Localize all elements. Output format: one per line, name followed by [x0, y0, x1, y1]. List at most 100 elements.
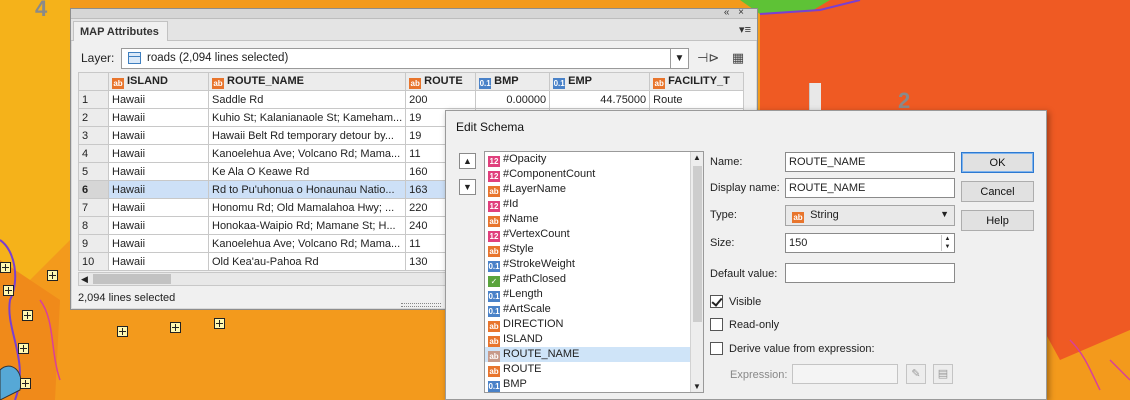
display-name-field[interactable]: ROUTE_NAME	[785, 178, 955, 198]
cell-island[interactable]: Hawaii	[108, 144, 209, 163]
row-number[interactable]: 7	[78, 198, 109, 217]
row-number[interactable]: 4	[78, 144, 109, 163]
point-marker[interactable]	[18, 343, 29, 354]
derive-option[interactable]: Derive value from expression:	[710, 342, 875, 355]
cell-route-name[interactable]: Saddle Rd	[207, 90, 407, 109]
cell-facility[interactable]: Route	[649, 90, 745, 109]
list-item-selected[interactable]: ab ROUTE_NAME	[485, 347, 703, 362]
schema-field-list[interactable]: 12 #Opacity 12 #ComponentCount ab #LayerNam…	[484, 151, 704, 393]
cell-island[interactable]: Hawaii	[108, 198, 209, 217]
visible-checkbox[interactable]	[710, 295, 723, 308]
list-item[interactable]: ✓ #PathClosed	[485, 272, 703, 287]
cell-route-name[interactable]: Kanoelehua Ave; Volcano Rd; Mama...	[207, 144, 407, 163]
derive-checkbox[interactable]	[710, 342, 723, 355]
tab-map-attributes[interactable]: MAP Attributes	[73, 21, 168, 41]
default-value-field[interactable]	[785, 263, 955, 283]
cell-island[interactable]: Hawaii	[108, 252, 209, 271]
name-field[interactable]: ROUTE_NAME	[785, 152, 955, 172]
chevron-up-icon[interactable]: ▲	[693, 153, 701, 162]
list-item[interactable]: 0.1 BMP	[485, 377, 703, 392]
list-item[interactable]: 12 #Id	[485, 197, 703, 212]
panel-resize-grip[interactable]	[401, 303, 441, 307]
move-up-button[interactable]: ▲	[459, 153, 476, 169]
move-down-button[interactable]: ▼	[459, 179, 476, 195]
cell-emp[interactable]: 44.75000	[549, 90, 651, 109]
list-item[interactable]: 0.1 #ArtScale	[485, 302, 703, 317]
pin-icon[interactable]: ⊣⊳	[697, 48, 719, 68]
column-header-route-name[interactable]: ab ROUTE_NAME	[207, 72, 407, 91]
point-marker[interactable]	[0, 262, 11, 273]
point-marker[interactable]	[117, 326, 128, 337]
panel-menu-icon[interactable]: ▾≡	[739, 23, 751, 36]
cell-route-name[interactable]: Honomu Rd; Old Mamalahoa Hwy; ...	[207, 198, 407, 217]
cell-island[interactable]: Hawaii	[108, 216, 209, 235]
table-row[interactable]: 1 Hawaii Saddle Rd 200 0.00000 44.75000 …	[78, 90, 745, 109]
point-marker[interactable]	[214, 318, 225, 329]
column-header-bmp[interactable]: 0.1 BMP	[475, 72, 551, 91]
cell-route-name[interactable]: Ke Ala O Keawe Rd	[207, 162, 407, 181]
cell-route-name[interactable]: Kuhio St; Kalanianaole St; Kameham...	[207, 108, 407, 127]
cell-island[interactable]: Hawaii	[108, 162, 209, 181]
edit-expression-icon[interactable]: ✎	[906, 364, 926, 384]
list-item[interactable]: ab #Style	[485, 242, 703, 257]
layer-select[interactable]: roads (2,094 lines selected) ▼	[121, 47, 689, 69]
stepper-arrows-icon[interactable]: ▲ ▼	[941, 235, 953, 251]
readonly-option[interactable]: Read-only	[710, 318, 779, 331]
point-marker[interactable]	[3, 285, 14, 296]
cell-island[interactable]: Hawaii	[108, 234, 209, 253]
scroll-left-icon[interactable]: ◀	[81, 273, 88, 285]
column-header-facility[interactable]: ab FACILITY_T	[649, 72, 745, 91]
column-header-island[interactable]: ab ISLAND	[108, 72, 209, 91]
cell-bmp[interactable]: 0.00000	[475, 90, 551, 109]
size-stepper[interactable]: 150 ▲ ▼	[785, 233, 955, 253]
row-number[interactable]: 9	[78, 234, 109, 253]
row-number[interactable]: 6	[78, 180, 109, 199]
point-marker[interactable]	[170, 322, 181, 333]
visible-option[interactable]: Visible	[710, 295, 761, 308]
cell-island[interactable]: Hawaii	[108, 180, 209, 199]
chevron-down-icon[interactable]: ▼	[693, 382, 701, 391]
chevron-down-icon[interactable]: ▼	[940, 209, 949, 219]
point-marker[interactable]	[20, 378, 31, 389]
ok-button[interactable]: OK	[961, 152, 1034, 173]
row-number[interactable]: 1	[78, 90, 109, 109]
scroll-thumb[interactable]	[93, 274, 171, 284]
cell-route-name[interactable]: Kanoelehua Ave; Volcano Rd; Mama...	[207, 234, 407, 253]
readonly-checkbox[interactable]	[710, 318, 723, 331]
list-item[interactable]: ab #LayerName	[485, 182, 703, 197]
help-button[interactable]: Help	[961, 210, 1034, 231]
field-list-scrollbar[interactable]: ▲ ▼	[690, 152, 703, 392]
point-marker[interactable]	[22, 310, 33, 321]
panel-grip[interactable]: « ×	[71, 7, 757, 19]
expression-builder-icon[interactable]: ▤	[933, 364, 953, 384]
row-number[interactable]: 8	[78, 216, 109, 235]
cell-island[interactable]: Hawaii	[108, 126, 209, 145]
list-item[interactable]: 0.1 #Length	[485, 287, 703, 302]
list-item[interactable]: 12 #VertexCount	[485, 227, 703, 242]
cell-island[interactable]: Hawaii	[108, 108, 209, 127]
list-item[interactable]: 12 #Opacity	[485, 152, 703, 167]
list-item[interactable]: 0.1 #StrokeWeight	[485, 257, 703, 272]
collapse-icon[interactable]: « ×	[724, 7, 747, 18]
list-item[interactable]: 12 #ComponentCount	[485, 167, 703, 182]
cancel-button[interactable]: Cancel	[961, 181, 1034, 202]
chevron-down-icon[interactable]: ▼	[670, 48, 688, 68]
cell-route[interactable]: 200	[405, 90, 477, 109]
point-marker[interactable]	[47, 270, 58, 281]
cell-route-name[interactable]: Rd to Pu'uhonua o Honaunau Natio...	[207, 180, 407, 199]
cell-route-name[interactable]: Old Kea'au-Pahoa Rd	[207, 252, 407, 271]
cell-route-name[interactable]: Honokaa-Waipio Rd; Mamane St; H...	[207, 216, 407, 235]
column-header-route[interactable]: ab ROUTE	[405, 72, 477, 91]
row-number[interactable]: 5	[78, 162, 109, 181]
list-item[interactable]: ab ROUTE	[485, 362, 703, 377]
list-item[interactable]: ab ISLAND	[485, 332, 703, 347]
list-item[interactable]: ab DIRECTION	[485, 317, 703, 332]
list-item[interactable]: ab #Name	[485, 212, 703, 227]
row-number[interactable]: 3	[78, 126, 109, 145]
expression-field[interactable]	[792, 364, 898, 384]
column-header-emp[interactable]: 0.1 EMP	[549, 72, 651, 91]
row-number[interactable]: 2	[78, 108, 109, 127]
type-select[interactable]: ab String ▼	[785, 205, 955, 226]
row-number[interactable]: 10	[78, 252, 109, 271]
table-options-icon[interactable]: ▦	[727, 48, 749, 68]
